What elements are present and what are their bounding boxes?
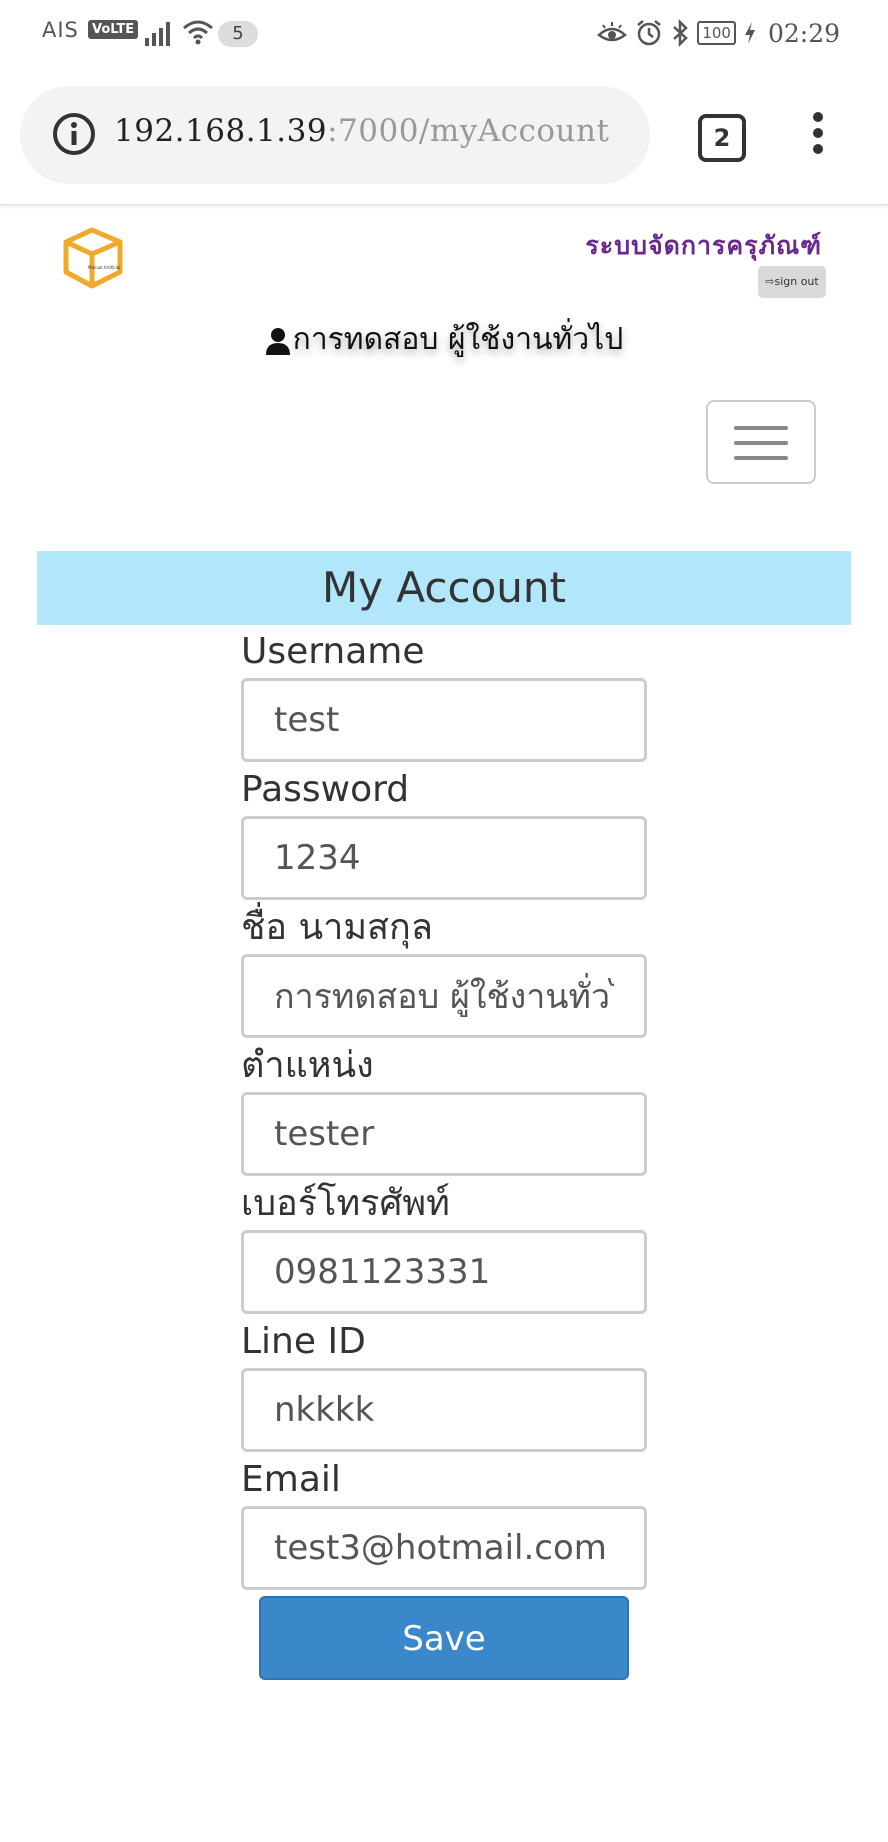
sign-out-button[interactable]: ⇨sign out (758, 266, 826, 298)
cube-logo-icon (63, 227, 123, 289)
account-form: Username Password ชื่อ นามสกุล ตำแหน่ง เ… (241, 628, 649, 1594)
address-bar[interactable]: 192.168.1.39:7000/myAccount (20, 86, 650, 184)
fullname-field[interactable] (241, 954, 647, 1038)
battery-icon: 100 (697, 21, 736, 45)
notification-count-badge: 5 (218, 21, 258, 47)
username-field[interactable] (241, 678, 647, 762)
sign-out-label: sign out (774, 275, 819, 288)
signal-icon (145, 22, 170, 46)
system-icons: 100 02:29 (597, 16, 840, 50)
fullname-label: ชื่อ นามสกุล (241, 907, 433, 948)
line-id-field[interactable] (241, 1368, 647, 1452)
wifi-icon (183, 20, 213, 45)
phone-field[interactable] (241, 1230, 647, 1314)
charging-icon (744, 22, 755, 44)
phone-label: เบอร์โทรศัพท์ (241, 1183, 450, 1224)
position-field[interactable] (241, 1092, 647, 1176)
url-host: 192.168.1.39 (114, 113, 328, 149)
user-icon (265, 327, 290, 355)
save-button[interactable]: Save (259, 1596, 629, 1680)
eye-comfort-icon (597, 22, 628, 42)
email-field[interactable] (241, 1506, 647, 1590)
position-label: ตำแหน่ง (241, 1045, 374, 1086)
status-bar: AIS VoLTE 5 100 02:29 (0, 0, 888, 68)
url-port: :7000 (327, 113, 419, 149)
alarm-icon (637, 20, 662, 46)
volte-badge: VoLTE (88, 20, 139, 39)
nav-toggle-button[interactable] (706, 400, 816, 484)
url-text[interactable]: 192.168.1.39:7000/myAccount (114, 113, 609, 149)
password-label: Password (241, 769, 410, 810)
line-id-label: Line ID (241, 1321, 366, 1362)
url-path: /myAccount (418, 113, 610, 149)
browser-toolbar: 192.168.1.39:7000/myAccount 2 (0, 68, 888, 205)
clock: 02:29 (767, 18, 840, 48)
system-title: ระบบจัดการครุภัณฑ์ (585, 231, 822, 260)
carrier-name: AIS (42, 18, 79, 42)
logged-in-user: การทดสอบ ผู้ใช้งานทั่วไป (0, 316, 888, 363)
bluetooth-icon (673, 19, 689, 47)
logged-in-user-name: การทดสอบ ผู้ใช้งานทั่วไป (292, 322, 624, 357)
username-label: Username (241, 631, 425, 672)
tab-switcher-button[interactable]: 2 (698, 114, 746, 162)
info-icon[interactable] (52, 112, 96, 156)
password-field[interactable] (241, 816, 647, 900)
logo-text: Manual Artificial (88, 265, 121, 270)
page-title: My Account (37, 551, 851, 625)
more-menu-icon[interactable] (808, 112, 828, 160)
email-label: Email (241, 1459, 341, 1500)
